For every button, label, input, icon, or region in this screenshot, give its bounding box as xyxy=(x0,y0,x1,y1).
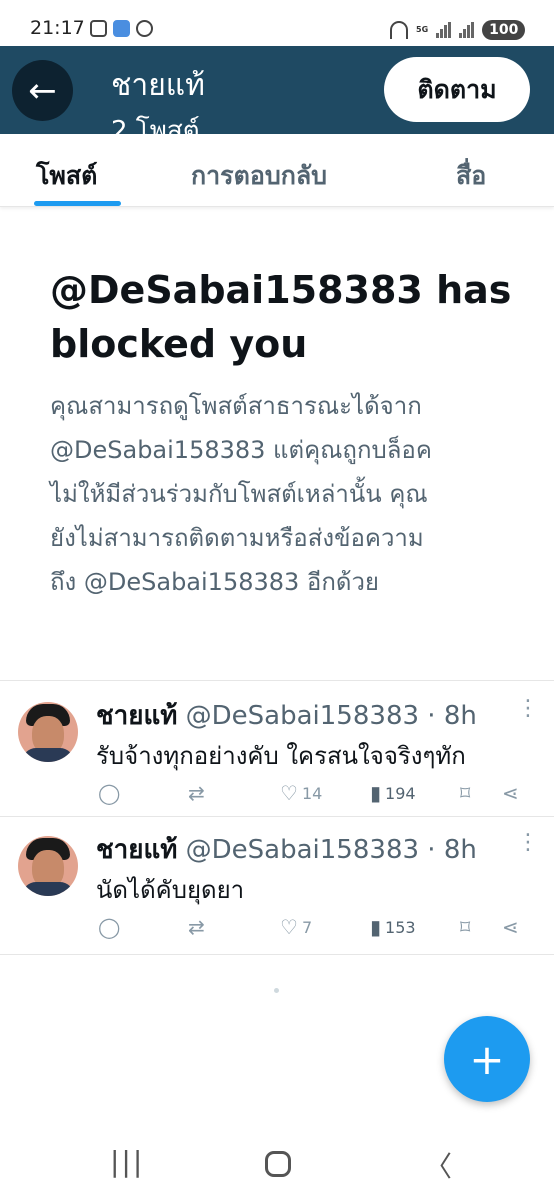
share-icon: ⋖ xyxy=(502,781,519,805)
post-header: ชายแท้ @DeSabai158383 · 8h xyxy=(96,695,477,736)
blocked-message-line: ยังไม่สามารถติดตามหรือส่งข้อความ xyxy=(50,524,424,552)
wifi-calling-icon xyxy=(390,21,408,39)
tab-media[interactable]: สื่อ xyxy=(456,156,486,196)
post-author-name: ชายแท้ xyxy=(96,835,178,865)
post-header: ชายแท้ @DeSabai158383 · 8h xyxy=(96,829,477,870)
back-icon[interactable]: 〈 xyxy=(424,1145,452,1185)
post-handle: @DeSabai158383 · 8h xyxy=(185,835,477,865)
like-count: 7 xyxy=(301,917,313,937)
arrow-left-icon: ← xyxy=(28,70,57,111)
divider xyxy=(0,954,554,955)
loading-indicator xyxy=(274,988,279,993)
signal-icon xyxy=(459,22,475,38)
like-button[interactable]: ♡ 7 xyxy=(280,915,312,939)
post-handle: @DeSabai158383 · 8h xyxy=(185,701,477,731)
blocked-title: @DeSabai158383 has blocked you xyxy=(50,268,512,366)
post-text: รับจ้างทุกอย่างคับ ใครสนใจจริงๆทัก xyxy=(96,742,466,770)
system-nav-bar: ||| 〈 xyxy=(0,1125,554,1200)
share-button[interactable]: ⋖ xyxy=(502,781,519,805)
blocked-message: คุณสามารถดูโพสต์สาธารณะได้จาก @DeSabai15… xyxy=(50,384,520,604)
post-count: 2 โพสต์ xyxy=(111,116,200,134)
post-item[interactable]: ชายแท้ @DeSabai158383 · 8h ⋮ นัดได้คับยุ… xyxy=(0,817,554,951)
profile-header: ← ชายแท้ 2 โพสต์ ติดตาม xyxy=(0,46,554,134)
status-time: 21:17 xyxy=(30,17,85,39)
compose-post-button[interactable]: + xyxy=(444,1016,530,1102)
bookmark-button[interactable]: ⌑ xyxy=(460,915,470,939)
repost-icon: ⇄ xyxy=(188,781,205,805)
gallery-icon xyxy=(113,20,130,37)
screenshot-icon xyxy=(90,20,107,37)
share-icon: ⋖ xyxy=(502,915,519,939)
view-count: 153 xyxy=(385,917,416,937)
tab-replies[interactable]: การตอบกลับ xyxy=(191,156,327,196)
more-options-icon[interactable]: ⋮ xyxy=(517,832,539,854)
post-author-name: ชายแท้ xyxy=(96,701,178,731)
post-item[interactable]: ชายแท้ @DeSabai158383 · 8h ⋮ รับจ้างทุกอ… xyxy=(0,681,554,815)
network-type: 5G xyxy=(416,25,429,34)
views-button[interactable]: ▮ 153 xyxy=(370,915,416,939)
avatar[interactable] xyxy=(18,702,78,762)
more-options-icon[interactable]: ⋮ xyxy=(517,698,539,720)
post-actions: ◯ ⇄ ♡ 7 ▮ 153 ⌑ ⋖ xyxy=(96,915,536,941)
views-icon: ▮ xyxy=(370,915,382,939)
tab-posts[interactable]: โพสต์ xyxy=(36,156,97,196)
profile-name: ชายแท้ xyxy=(111,68,205,103)
reply-icon: ◯ xyxy=(98,915,121,939)
repost-icon: ⇄ xyxy=(188,915,205,939)
status-icons-left xyxy=(90,20,153,37)
share-button[interactable]: ⋖ xyxy=(502,915,519,939)
like-button[interactable]: ♡ 14 xyxy=(280,781,322,805)
battery-indicator: 100 xyxy=(482,20,526,40)
profile-tabs: โพสต์ การตอบกลับ สื่อ xyxy=(0,134,554,207)
views-icon: ▮ xyxy=(370,781,382,805)
recents-icon[interactable]: ||| xyxy=(110,1145,144,1178)
signal-icon xyxy=(436,22,452,38)
blocked-message-line: คุณสามารถดูโพสต์สาธารณะได้จาก xyxy=(50,392,422,420)
active-tab-indicator xyxy=(34,201,121,206)
status-bar: 21:17 5G 100 xyxy=(0,0,554,46)
bookmark-button[interactable]: ⌑ xyxy=(460,781,470,805)
bookmark-icon: ⌑ xyxy=(460,915,471,939)
post-text: นัดได้คับยุดยา xyxy=(96,876,245,904)
blocked-message-line: ถึง @DeSabai158383 อีกด้วย xyxy=(50,568,379,596)
blocked-message-line: ไม่ให้มีส่วนร่วมกับโพสต์เหล่านั้น คุณ xyxy=(50,480,428,508)
reply-button[interactable]: ◯ xyxy=(98,915,120,939)
reply-icon: ◯ xyxy=(98,781,121,805)
view-count: 194 xyxy=(385,783,416,803)
heart-icon: ♡ xyxy=(280,781,298,805)
chat-icon xyxy=(136,20,153,37)
follow-button[interactable]: ติดตาม xyxy=(384,57,530,122)
heart-icon: ♡ xyxy=(280,915,298,939)
status-icons-right: 5G 100 xyxy=(390,20,526,40)
post-actions: ◯ ⇄ ♡ 14 ▮ 194 ⌑ ⋖ xyxy=(96,781,536,807)
like-count: 14 xyxy=(301,783,323,803)
reply-button[interactable]: ◯ xyxy=(98,781,120,805)
bookmark-icon: ⌑ xyxy=(460,781,471,805)
repost-button[interactable]: ⇄ xyxy=(188,781,205,805)
blocked-message-line: @DeSabai158383 แต่คุณถูกบล็อค xyxy=(50,436,432,464)
views-button[interactable]: ▮ 194 xyxy=(370,781,416,805)
avatar[interactable] xyxy=(18,836,78,896)
back-button[interactable]: ← xyxy=(12,60,73,121)
home-icon[interactable] xyxy=(265,1151,291,1177)
repost-button[interactable]: ⇄ xyxy=(188,915,205,939)
